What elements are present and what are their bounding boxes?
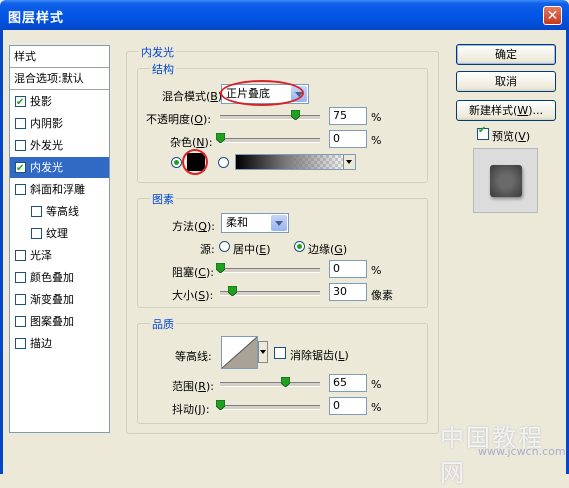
structure-title: 结构 xyxy=(150,61,176,77)
technique-label: 方法(Q): xyxy=(172,220,215,233)
gradient-mode-radio[interactable] xyxy=(218,157,229,168)
new-style-button[interactable]: 新建样式(W)... xyxy=(456,100,556,121)
jitter-unit: % xyxy=(371,401,382,414)
noise-slider-thumb[interactable] xyxy=(216,133,225,143)
choke-label: 阻塞(C): xyxy=(172,266,214,279)
jitter-label: 抖动(J): xyxy=(172,403,210,416)
style-item-outer-glow[interactable]: 外发光 xyxy=(10,135,109,156)
range-slider-thumb[interactable] xyxy=(281,377,290,387)
close-button[interactable]: ✕ xyxy=(543,6,562,25)
anti-alias-checkbox[interactable] xyxy=(274,347,286,359)
title-bar[interactable] xyxy=(0,0,569,30)
style-item-contour[interactable]: 等高线 xyxy=(10,201,109,222)
choke-slider-thumb[interactable] xyxy=(216,263,225,273)
ok-button[interactable]: 确定 xyxy=(456,44,556,65)
checkbox-icon[interactable] xyxy=(31,206,42,217)
jitter-slider-track[interactable] xyxy=(220,405,320,410)
size-input[interactable]: 30 xyxy=(329,283,367,301)
gradient-picker[interactable] xyxy=(235,154,356,170)
color-mode-radio[interactable] xyxy=(171,157,182,168)
style-item-gradient-overlay[interactable]: 渐变叠加 xyxy=(10,289,109,310)
noise-slider-track[interactable] xyxy=(220,138,320,143)
watermark-url: www.jcwcn.com xyxy=(478,445,566,458)
jitter-slider-thumb[interactable] xyxy=(216,400,225,410)
opacity-slider-track[interactable] xyxy=(220,115,320,120)
blend-mode-label: 混合模式(B): xyxy=(162,90,226,103)
anti-alias-label[interactable]: 消除锯齿(L) xyxy=(290,347,349,363)
checkbox-icon[interactable] xyxy=(15,338,26,349)
elements-title: 图素 xyxy=(150,191,176,207)
checkbox-icon[interactable] xyxy=(15,92,26,113)
opacity-label: 不透明度(O): xyxy=(146,113,211,126)
opacity-input[interactable]: 75 xyxy=(329,107,367,125)
style-list: 样式 混合选项:默认 投影 内阴影 外发光 内发光 斜面和浮雕 等高线 纹理 光… xyxy=(9,45,110,433)
size-slider-thumb[interactable] xyxy=(228,286,237,296)
contour-label: 等高线: xyxy=(175,350,212,363)
choke-slider-track[interactable] xyxy=(220,268,320,273)
size-label: 大小(S): xyxy=(172,289,214,302)
checkbox-icon[interactable] xyxy=(15,158,26,179)
style-item-satin[interactable]: 光泽 xyxy=(10,245,109,266)
style-item-inner-shadow[interactable]: 内阴影 xyxy=(10,113,109,134)
panel-title: 内发光 xyxy=(139,44,176,60)
preview-label[interactable]: 预览(V) xyxy=(492,128,530,144)
choke-input[interactable]: 0 xyxy=(329,260,367,278)
source-label: 源: xyxy=(200,243,215,256)
checkbox-icon[interactable] xyxy=(15,250,26,261)
range-slider-track[interactable] xyxy=(220,382,320,387)
style-list-header: 样式 xyxy=(14,50,36,63)
checkbox-icon[interactable] xyxy=(15,140,26,151)
style-item-texture[interactable]: 纹理 xyxy=(10,223,109,244)
jitter-input[interactable]: 0 xyxy=(329,397,367,415)
source-center-label[interactable]: 居中(E) xyxy=(233,241,271,257)
checkbox-icon[interactable] xyxy=(15,184,26,195)
chevron-down-icon[interactable] xyxy=(343,155,355,169)
highlight-ring xyxy=(182,149,208,175)
opacity-slider-thumb[interactable] xyxy=(291,110,300,120)
checkbox-icon[interactable] xyxy=(15,272,26,283)
checkbox-icon[interactable] xyxy=(15,118,26,129)
checkbox-icon[interactable] xyxy=(15,294,26,305)
style-item-color-overlay[interactable]: 颜色叠加 xyxy=(10,267,109,288)
preview-square xyxy=(490,165,522,197)
style-item-pattern-overlay[interactable]: 图案叠加 xyxy=(10,311,109,332)
size-unit: 像素 xyxy=(371,289,393,302)
style-item-bevel-emboss[interactable]: 斜面和浮雕 xyxy=(10,179,109,200)
range-input[interactable]: 65 xyxy=(329,374,367,392)
chevron-down-icon[interactable] xyxy=(258,341,268,363)
style-preview xyxy=(473,148,538,213)
noise-input[interactable]: 0 xyxy=(329,130,367,148)
style-item-inner-glow[interactable]: 内发光 xyxy=(10,157,109,179)
preview-checkbox[interactable] xyxy=(477,125,489,140)
gradient-preview xyxy=(236,155,344,169)
contour-curve-icon xyxy=(221,336,258,369)
range-label: 范围(R): xyxy=(172,380,214,393)
chevron-down-icon[interactable] xyxy=(271,215,287,231)
source-center-radio[interactable] xyxy=(219,241,230,252)
checkbox-icon[interactable] xyxy=(31,228,42,239)
noise-label: 杂色(N): xyxy=(170,136,213,149)
quality-title: 品质 xyxy=(150,316,176,332)
contour-picker[interactable] xyxy=(221,336,258,369)
checkbox-icon[interactable] xyxy=(15,316,26,327)
opacity-unit: % xyxy=(371,111,382,124)
style-item-drop-shadow[interactable]: 投影 xyxy=(10,91,109,113)
source-edge-radio[interactable] xyxy=(294,241,305,252)
highlight-ring xyxy=(220,80,304,106)
source-edge-label[interactable]: 边缘(G) xyxy=(308,241,347,257)
style-item-stroke[interactable]: 描边 xyxy=(10,333,109,354)
technique-select[interactable]: 柔和 xyxy=(221,213,289,233)
range-unit: % xyxy=(371,378,382,391)
window-title: 图层样式 xyxy=(8,11,65,26)
noise-unit: % xyxy=(371,134,382,147)
blend-options-item[interactable]: 混合选项:默认 xyxy=(10,68,109,89)
choke-unit: % xyxy=(371,264,382,277)
cancel-button[interactable]: 取消 xyxy=(456,71,556,92)
